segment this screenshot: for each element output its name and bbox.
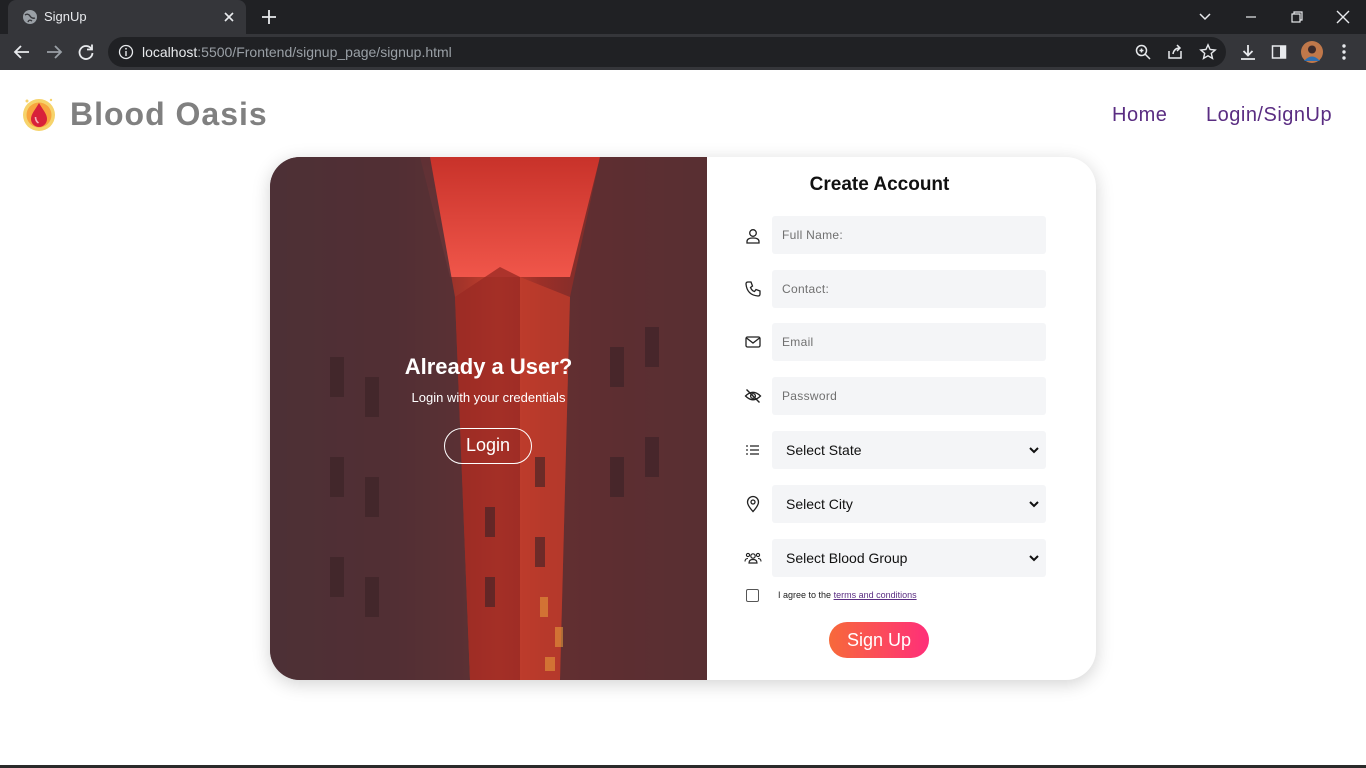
url-text: localhost:5500/Frontend/signup_page/sign… xyxy=(142,44,452,60)
users-group-icon xyxy=(744,552,762,564)
browser-tab[interactable]: SignUp xyxy=(8,0,246,34)
minimize-button[interactable] xyxy=(1228,0,1274,34)
location-pin-icon xyxy=(746,495,760,513)
browser-toolbar: localhost:5500/Frontend/signup_page/sign… xyxy=(0,34,1366,70)
eye-slash-icon[interactable] xyxy=(744,387,762,405)
terms-text: I agree to the terms and conditions xyxy=(778,590,917,600)
bookmark-star-icon[interactable] xyxy=(1199,43,1217,61)
contact-input[interactable] xyxy=(772,270,1046,308)
login-button[interactable]: Login xyxy=(444,428,532,464)
avatar-icon xyxy=(1301,41,1323,63)
downloads-button[interactable] xyxy=(1236,40,1260,64)
mail-icon xyxy=(745,336,761,348)
close-tab-icon[interactable] xyxy=(220,8,238,26)
create-account-title: Create Account xyxy=(809,174,950,195)
reload-icon xyxy=(78,44,94,60)
address-bar[interactable]: localhost:5500/Frontend/signup_page/sign… xyxy=(108,37,1226,67)
blood-drop-logo-icon xyxy=(23,98,55,131)
state-select-value: Select State xyxy=(786,442,862,458)
profile-avatar[interactable] xyxy=(1300,40,1324,64)
browser-menu-button[interactable] xyxy=(1332,40,1356,64)
sign-up-button[interactable]: Sign Up xyxy=(829,622,929,658)
blood-group-select-value: Select Blood Group xyxy=(786,550,908,566)
restore-icon xyxy=(1291,11,1303,23)
list-icon xyxy=(746,445,759,455)
share-icon[interactable] xyxy=(1166,43,1184,61)
user-icon xyxy=(746,229,760,244)
full-name-input[interactable] xyxy=(772,216,1046,254)
terms-checkbox[interactable] xyxy=(746,589,759,602)
city-select[interactable]: Select City xyxy=(772,485,1046,523)
state-select[interactable]: Select State xyxy=(772,431,1046,469)
arrow-right-icon xyxy=(47,45,63,59)
nav-login-signup-link[interactable]: Login/SignUp xyxy=(1206,104,1332,127)
phone-icon xyxy=(745,281,761,297)
login-prompt-panel: Already a User? Login with your credenti… xyxy=(270,157,707,680)
street-background-image xyxy=(270,157,707,680)
blood-group-select[interactable]: Select Blood Group xyxy=(772,539,1046,577)
side-panel-button[interactable] xyxy=(1267,40,1291,64)
minimize-icon xyxy=(1246,16,1256,18)
new-tab-icon[interactable] xyxy=(259,7,279,27)
browser-tab-strip: SignUp xyxy=(0,0,1366,34)
brand-name: Blood Oasis xyxy=(70,96,268,132)
chevron-down-icon xyxy=(1029,555,1039,562)
close-window-button[interactable] xyxy=(1320,0,1366,34)
more-vertical-icon xyxy=(1342,44,1346,60)
terms-link[interactable]: terms and conditions xyxy=(834,590,917,600)
close-icon xyxy=(1336,10,1350,24)
side-panel-icon xyxy=(1271,45,1287,59)
forward-button[interactable] xyxy=(42,40,66,64)
signup-card: Already a User? Login with your credenti… xyxy=(270,157,1096,680)
city-select-value: Select City xyxy=(786,496,853,512)
globe-icon xyxy=(23,10,37,24)
login-prompt-subtitle: Login with your credentials xyxy=(411,390,566,405)
tab-title: SignUp xyxy=(44,9,87,24)
email-input[interactable] xyxy=(772,323,1046,361)
password-input[interactable] xyxy=(772,377,1046,415)
tab-search-button[interactable] xyxy=(1182,0,1228,34)
chevron-down-icon xyxy=(1029,501,1039,508)
restore-button[interactable] xyxy=(1274,0,1320,34)
download-icon xyxy=(1241,45,1255,60)
nav-home-link[interactable]: Home xyxy=(1112,104,1167,127)
page: Blood Oasis Home Login/SignUp Already a … xyxy=(0,70,1366,768)
back-button[interactable] xyxy=(10,40,34,64)
login-prompt-title: Already a User? xyxy=(404,354,573,379)
info-icon[interactable] xyxy=(118,44,134,60)
zoom-icon[interactable] xyxy=(1134,43,1152,61)
chevron-down-icon xyxy=(1029,447,1039,454)
arrow-left-icon xyxy=(13,45,29,59)
chevron-down-icon xyxy=(1199,13,1211,21)
reload-button[interactable] xyxy=(74,40,98,64)
